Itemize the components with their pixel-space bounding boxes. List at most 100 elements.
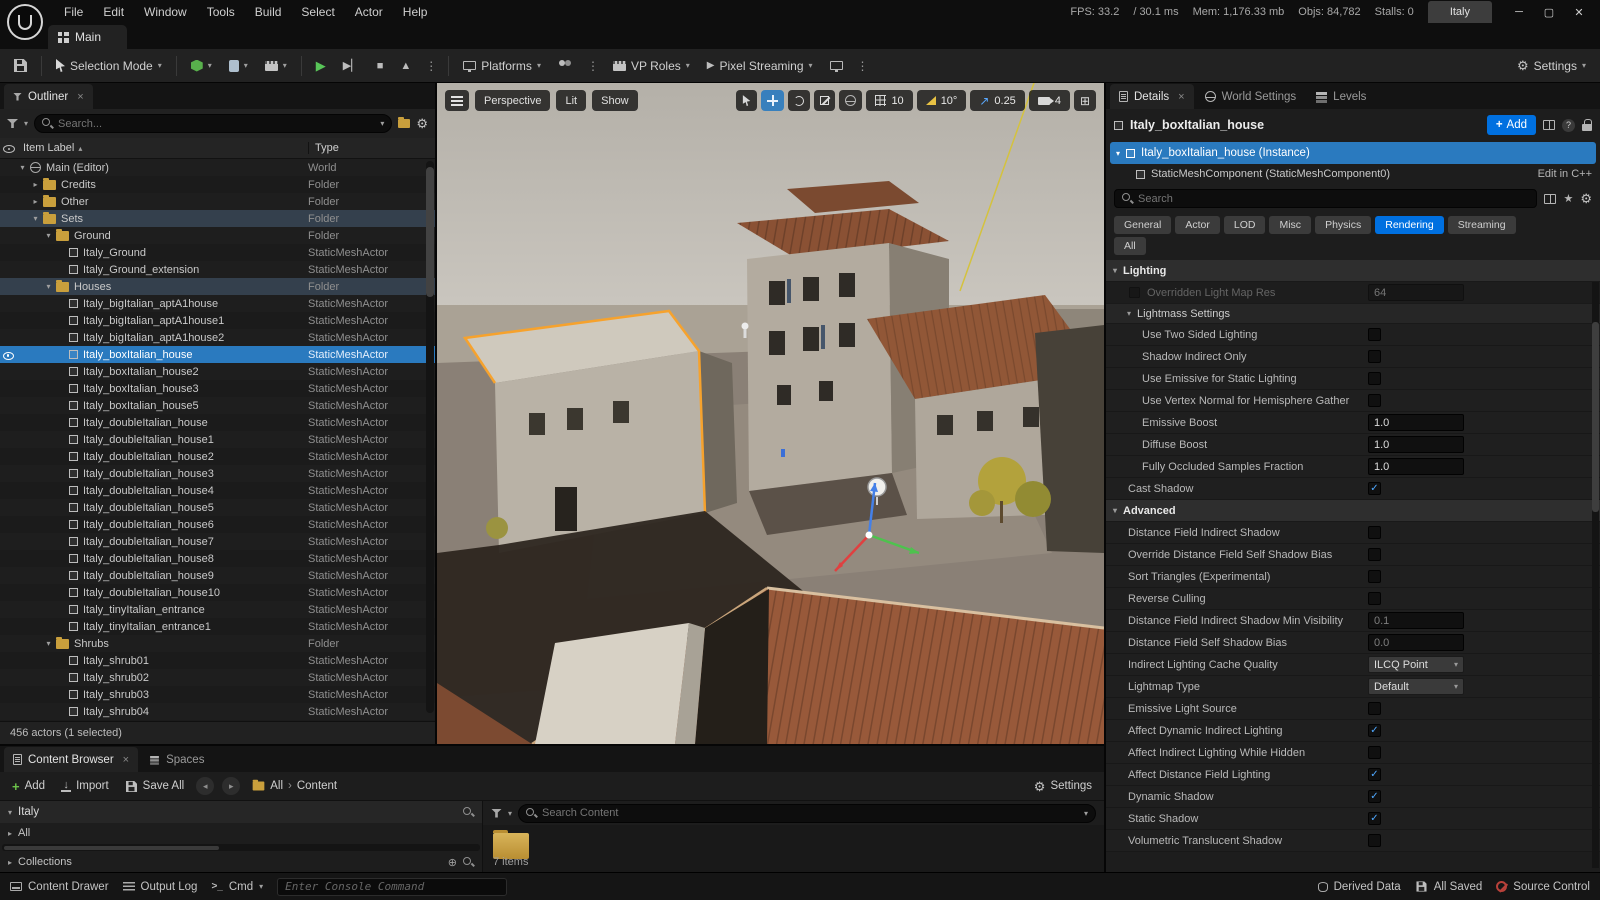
cb-source-italy[interactable]: ▾ Italy xyxy=(0,801,482,823)
checkbox-reverse-culling[interactable] xyxy=(1368,592,1381,605)
item-label-column-header[interactable]: Item Label xyxy=(23,142,74,154)
filter-all[interactable]: All xyxy=(1114,237,1146,255)
visibility-eye-icon[interactable] xyxy=(0,159,17,176)
details-searchbox[interactable] xyxy=(1114,189,1537,208)
visibility-eye-icon[interactable] xyxy=(0,703,17,720)
minimize-button[interactable]: ─ xyxy=(1506,3,1532,21)
outliner-row-italy-doubleitalian-house4[interactable]: Italy_doubleItalian_house4StaticMeshActo… xyxy=(0,482,435,499)
outliner-row-italy-doubleitalian-house8[interactable]: Italy_doubleItalian_house8StaticMeshActo… xyxy=(0,550,435,567)
input-distance-field-self-shadow-bias[interactable]: 0.0 xyxy=(1368,634,1464,651)
save-button[interactable] xyxy=(8,54,33,78)
checkbox-dynamic-shadow[interactable]: ✓ xyxy=(1368,790,1381,803)
filter-actor[interactable]: Actor xyxy=(1175,216,1220,234)
world-space-toggle[interactable] xyxy=(839,90,862,111)
outliner-row-ground[interactable]: ▾GroundFolder xyxy=(0,227,435,244)
cinematics-button[interactable]: ▾ xyxy=(259,54,293,78)
play-options-kebab[interactable]: ⋮ xyxy=(422,59,440,73)
dropdown-lightmap-type[interactable]: Default▾ xyxy=(1368,678,1464,695)
maximize-button[interactable]: ▢ xyxy=(1536,3,1562,21)
input-fully-occluded-samples-fraction[interactable]: 1.0 xyxy=(1368,458,1464,475)
checkbox-affect-dynamic-indirect-lighting[interactable]: ✓ xyxy=(1368,724,1381,737)
show-dropdown[interactable]: Show xyxy=(592,90,638,111)
input-overridden-light-map-res[interactable]: 64 xyxy=(1368,284,1464,301)
visibility-eye-icon[interactable] xyxy=(0,193,17,210)
blueprints-button[interactable]: ▾ xyxy=(223,54,254,78)
details-search-input[interactable] xyxy=(1138,193,1529,205)
perspective-dropdown[interactable]: Perspective xyxy=(475,90,550,111)
outliner-row-italy-doubleitalian-house5[interactable]: Italy_doubleItalian_house5StaticMeshActo… xyxy=(0,499,435,516)
checkbox-sort-triangles-experimental[interactable] xyxy=(1368,570,1381,583)
outliner-row-italy-doubleitalian-house1[interactable]: Italy_doubleItalian_house1StaticMeshActo… xyxy=(0,431,435,448)
visibility-eye-icon[interactable] xyxy=(0,516,17,533)
visibility-eye-icon[interactable] xyxy=(0,278,17,295)
visibility-eye-icon[interactable] xyxy=(0,295,17,312)
details-scroll-thumb[interactable] xyxy=(1592,322,1599,512)
filter-general[interactable]: General xyxy=(1114,216,1171,234)
eject-button[interactable]: ▲ xyxy=(394,54,417,78)
expander-icon[interactable]: ▸ xyxy=(30,180,41,189)
help-icon[interactable]: ? xyxy=(1562,119,1575,132)
menu-build[interactable]: Build xyxy=(245,2,292,22)
edit-in-cpp-link[interactable]: Edit in C++ xyxy=(1538,168,1592,180)
menu-actor[interactable]: Actor xyxy=(345,2,393,22)
scale-tool-button[interactable] xyxy=(814,90,835,111)
expander-icon[interactable]: ▾ xyxy=(43,639,54,648)
property-matrix-icon[interactable] xyxy=(1543,120,1555,130)
outliner-row-italy-shrub03[interactable]: Italy_shrub03StaticMeshActor xyxy=(0,686,435,703)
filter-funnel-icon[interactable] xyxy=(7,119,18,128)
outliner-row-italy-doubleitalian-house7[interactable]: Italy_doubleItalian_house7StaticMeshActo… xyxy=(0,533,435,550)
cmd-dropdown[interactable]: >_ Cmd ▾ xyxy=(211,881,263,893)
chevron-down-icon[interactable]: ▾ xyxy=(508,809,512,818)
outliner-searchbox[interactable]: ▾ xyxy=(34,114,392,133)
chevron-right-icon[interactable]: ▸ xyxy=(8,858,12,867)
section-lighting[interactable]: ▾Lighting xyxy=(1106,260,1600,282)
history-back-button[interactable]: ◂ xyxy=(196,777,214,795)
checkbox-affect-indirect-lighting-while-hidden[interactable] xyxy=(1368,746,1381,759)
visibility-eye-icon[interactable] xyxy=(0,380,17,397)
display-filter-icon[interactable] xyxy=(1544,194,1556,204)
outliner-settings-gear-icon[interactable]: ⚙ xyxy=(416,117,428,130)
content-browser-tab[interactable]: Content Browser × xyxy=(4,747,138,772)
chevron-down-icon[interactable]: ▾ xyxy=(24,119,28,128)
spaces-tab[interactable]: Spaces xyxy=(140,747,213,772)
viewport-panel[interactable]: Perspective Lit Show 10 10° ↗0.25 4 xyxy=(437,83,1104,744)
cb-tree-all[interactable]: ▸ All xyxy=(0,823,482,843)
checkbox-use-two-sided-lighting[interactable] xyxy=(1368,328,1381,341)
visibility-eye-icon[interactable] xyxy=(0,533,17,550)
details-tab[interactable]: Details × xyxy=(1110,84,1194,109)
visibility-eye-icon[interactable] xyxy=(0,261,17,278)
details-settings-gear-icon[interactable]: ⚙ xyxy=(1580,192,1592,205)
expander-icon[interactable]: ▾ xyxy=(43,231,54,240)
visibility-eye-icon[interactable] xyxy=(0,652,17,669)
outliner-row-italy-bigitalian-apta1house2[interactable]: Italy_bigItalian_aptA1house2StaticMeshAc… xyxy=(0,329,435,346)
outliner-row-italy-tinyitalian-entrance[interactable]: Italy_tinyItalian_entranceStaticMeshActo… xyxy=(0,601,435,618)
cb-horizontal-scrollbar[interactable] xyxy=(2,844,480,851)
unreal-logo-icon[interactable] xyxy=(7,4,43,40)
details-scrollbar[interactable] xyxy=(1592,282,1599,868)
outliner-row-italy-tinyitalian-entrance1[interactable]: Italy_tinyItalian_entrance1StaticMeshAct… xyxy=(0,618,435,635)
scale-snap-value[interactable]: 0.25 xyxy=(994,95,1015,107)
visibility-eye-icon[interactable] xyxy=(0,499,17,516)
outliner-row-italy-bigitalian-apta1house[interactable]: Italy_bigItalian_aptA1houseStaticMeshAct… xyxy=(0,295,435,312)
menu-edit[interactable]: Edit xyxy=(93,2,134,22)
outliner-row-houses[interactable]: ▾HousesFolder xyxy=(0,278,435,295)
subsection-lightmass-settings[interactable]: ▾Lightmass Settings xyxy=(1106,304,1600,324)
expander-icon[interactable]: ▾ xyxy=(17,163,28,172)
new-folder-icon[interactable] xyxy=(398,119,410,128)
type-column-header[interactable]: Type xyxy=(308,142,435,154)
checkbox-override-distance-field-self-shadow-bias[interactable] xyxy=(1368,548,1381,561)
menu-window[interactable]: Window xyxy=(134,2,197,22)
multi-user-button[interactable] xyxy=(552,54,579,78)
close-tab-icon[interactable]: × xyxy=(77,91,83,103)
expander-icon[interactable]: ▾ xyxy=(30,214,41,223)
visibility-eye-icon[interactable] xyxy=(0,686,17,703)
checkbox-use-vertex-normal-for-hemisphere-gather[interactable] xyxy=(1368,394,1381,407)
cb-add-button[interactable]: + Add xyxy=(8,779,49,794)
component-row[interactable]: StaticMeshComponent (StaticMeshComponent… xyxy=(1106,164,1600,184)
visibility-eye-icon[interactable] xyxy=(0,176,17,193)
outliner-row-italy-doubleitalian-house10[interactable]: Italy_doubleItalian_house10StaticMeshAct… xyxy=(0,584,435,601)
outliner-row-italy-doubleitalian-house9[interactable]: Italy_doubleItalian_house9StaticMeshActo… xyxy=(0,567,435,584)
visibility-eye-icon[interactable] xyxy=(0,465,17,482)
all-saved-button[interactable]: All Saved xyxy=(1415,880,1483,893)
add-component-button[interactable]: + Add xyxy=(1487,115,1536,135)
